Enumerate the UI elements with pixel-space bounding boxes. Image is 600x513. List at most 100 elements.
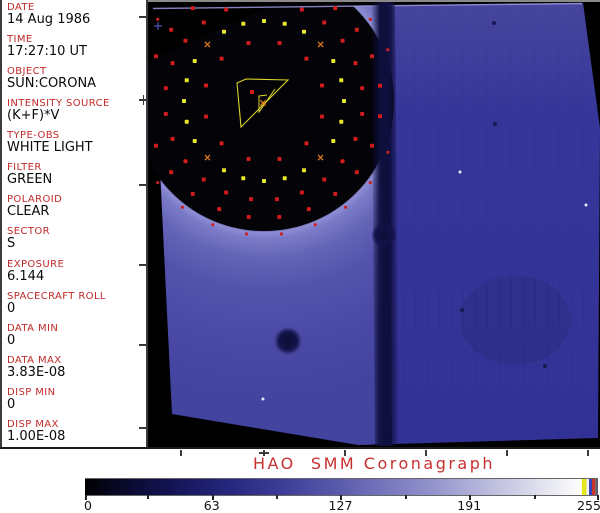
- red-ring-1-dot: [170, 136, 175, 141]
- dark-blob: [274, 327, 302, 355]
- red-ring-1-dot: [299, 7, 304, 12]
- red-ring-1-dot: [183, 159, 188, 164]
- field-value: 0: [7, 396, 16, 412]
- metadata-field-exposure: EXPOSURE 6.144: [7, 259, 147, 284]
- field-value: 3.83E-08: [7, 364, 66, 380]
- colorbar-minor-tick: [276, 495, 279, 499]
- field-value: GREEN: [7, 172, 53, 188]
- metadata-field-spacecraft-roll: SPACECRAFT ROLL 0: [7, 291, 147, 316]
- red-ring-1-dot: [249, 197, 254, 202]
- field-label: EXPOSURE: [7, 258, 65, 270]
- red-ring-1-dot: [360, 111, 365, 116]
- red-ring-1-dot: [360, 86, 365, 91]
- app-window: { "window": { "bg": "#ffffff", "frame_co…: [0, 0, 600, 513]
- red-ring-1-dot: [183, 38, 188, 43]
- red-ring-2-dot: [377, 114, 382, 119]
- red-ring-1-dot: [322, 20, 327, 25]
- left-axis-tick: [139, 264, 147, 266]
- inner-red-ring-dot: [204, 114, 209, 119]
- red-ring-2-dot: [190, 191, 195, 196]
- field-value: 6.144: [7, 268, 45, 284]
- dark-speck: [460, 308, 464, 312]
- red-ring-3-dot: [368, 181, 372, 185]
- red-ring-2-dot: [246, 214, 251, 219]
- inner-red-ring-dot: [219, 141, 224, 146]
- yellow-ring-dot: [241, 21, 246, 26]
- inner-red-ring-dot: [219, 56, 224, 61]
- metadata-field-intensity-source: INTENSITY SOURCE (K+F)*V: [7, 98, 147, 123]
- red-ring-2-dot: [333, 191, 338, 196]
- red-ring-2-dot: [169, 170, 174, 175]
- red-ring-1-dot: [353, 136, 358, 141]
- red-ring-3-dot: [313, 223, 317, 227]
- colorbar-label: 0: [84, 498, 92, 513]
- red-ring-3-dot: [386, 150, 390, 154]
- field-value: 14 Aug 1986: [7, 12, 91, 27]
- star-speck: [584, 203, 588, 207]
- red-ring-1-dot: [322, 177, 327, 182]
- left-axis-tick: [139, 344, 147, 346]
- red-ring-2-dot: [370, 54, 375, 59]
- dark-blob: [371, 222, 397, 248]
- metadata-field-polaroid: POLAROID CLEAR: [7, 194, 147, 219]
- inner-red-ring-dot: [304, 56, 309, 61]
- metadata-field-time: TIME 17:27:10 UT: [7, 34, 147, 59]
- red-ring-3-dot: [211, 223, 215, 227]
- red-ring-1-dot: [163, 111, 168, 116]
- red-ring-3-dot: [156, 181, 160, 185]
- red-ring-2-dot: [190, 6, 195, 11]
- yellow-ring-dot: [222, 29, 226, 34]
- star-speck: [261, 397, 265, 401]
- yellow-ring-dot: [331, 139, 336, 143]
- metadata-field-type-obs: TYPE-OBS WHITE LIGHT: [7, 130, 147, 155]
- metadata-field-date: DATE 14 Aug 1986: [7, 2, 147, 27]
- colorbar-minor-tick: [147, 495, 150, 499]
- yellow-ring-dot: [182, 99, 186, 103]
- red-ring-3-dot: [156, 17, 160, 21]
- yellow-ring-dot: [282, 176, 287, 181]
- yellow-ring-dot: [339, 78, 344, 83]
- red-ring-2-dot: [306, 207, 311, 212]
- red-ring-2-dot: [333, 6, 338, 11]
- dark-speck: [492, 21, 496, 25]
- red-ring-1-dot: [340, 159, 345, 164]
- red-ring-3-dot: [386, 48, 390, 52]
- film-smudge: [460, 275, 570, 365]
- window-left-border: [0, 0, 2, 449]
- yellow-ring-dot: [192, 139, 197, 143]
- inner-red-ring-dot: [246, 41, 251, 46]
- metadata-field-data-max: DATA MAX 3.83E-08: [7, 355, 147, 380]
- calibration-dot: [250, 90, 254, 94]
- colorbar-label: 255: [577, 498, 600, 513]
- red-ring-3-dot: [180, 205, 184, 209]
- colorbar-label: 191: [457, 498, 482, 513]
- field-value: 1.00E-08: [7, 428, 66, 444]
- left-axis-tick: [139, 427, 147, 429]
- red-ring-3-dot: [245, 232, 249, 236]
- yellow-ring-dot: [184, 78, 189, 83]
- red-ring-1-dot: [224, 190, 229, 195]
- field-label: DISP MIN: [7, 386, 56, 398]
- plot-title: HAO SMM Coronagraph: [252, 454, 496, 473]
- colorbar-label: 127: [328, 498, 353, 513]
- field-value: SUN:CORONA: [7, 76, 97, 92]
- metadata-field-sector: SECTOR S: [7, 226, 147, 251]
- red-ring-1-dot: [224, 7, 229, 12]
- bottom-axis-tick: [180, 450, 182, 456]
- inner-red-ring-dot: [319, 114, 324, 119]
- red-ring-2-dot: [277, 214, 282, 219]
- red-ring-2-dot: [169, 27, 174, 32]
- bottom-axis-tick: [506, 450, 508, 456]
- yellow-ring-dot: [302, 168, 306, 173]
- colorbar-label: 63: [203, 498, 220, 513]
- metadata-field-object: OBJECT SUN:CORONA: [7, 66, 147, 91]
- inner-red-ring-dot: [277, 156, 282, 161]
- metadata-field-data-min: DATA MIN 0: [7, 323, 147, 348]
- red-ring-1-dot: [299, 190, 304, 195]
- red-ring-1-dot: [274, 197, 279, 202]
- red-ring-2-dot: [217, 207, 222, 212]
- field-value: S: [7, 236, 16, 252]
- left-axis-plus-mark: [142, 95, 145, 105]
- inner-red-ring-dot: [246, 156, 251, 161]
- yellow-ring-dot: [192, 59, 197, 63]
